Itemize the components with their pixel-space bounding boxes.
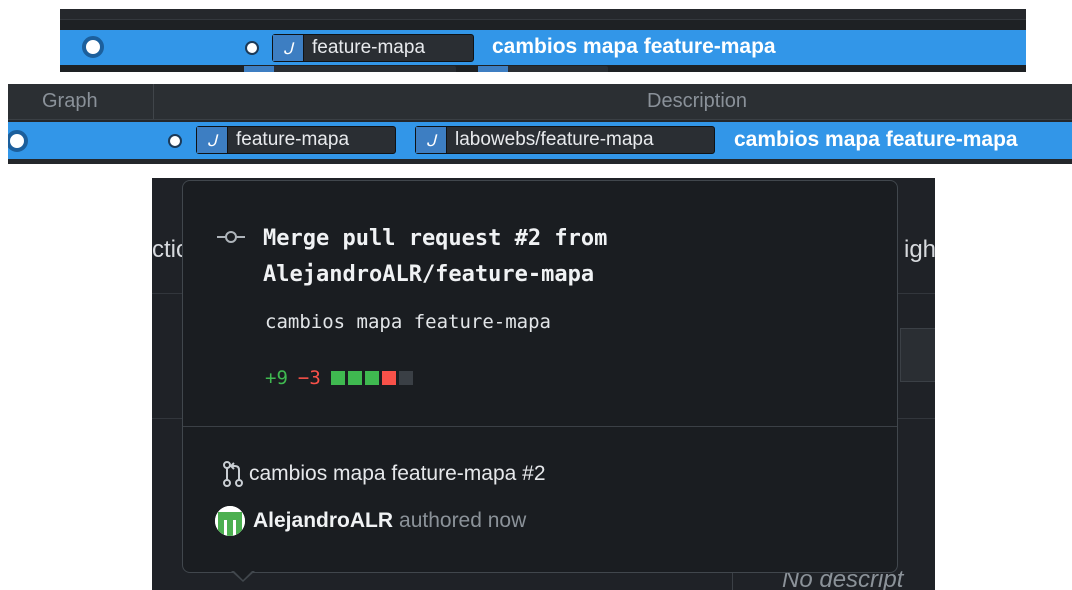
branch-tag[interactable]: ᒍ feature-mapa — [272, 34, 474, 62]
diff-block — [330, 371, 345, 385]
branch-tag[interactable]: ᒍ feature-mapa — [196, 126, 396, 154]
commit-message: cambios mapa feature-mapa — [734, 128, 1018, 151]
tooltip-caret-inner — [233, 570, 253, 580]
commit-row-selected[interactable]: ᒍ feature-mapa cambios mapa feature-mapa — [60, 30, 1026, 65]
avatar[interactable] — [215, 506, 245, 536]
author-name[interactable]: AlejandroALR — [253, 509, 393, 533]
commit-icon — [217, 231, 245, 243]
deletions-count: −3 — [297, 367, 321, 389]
diff-stats: +9 −3 — [265, 367, 416, 389]
diff-block — [381, 371, 396, 385]
column-divider[interactable] — [153, 84, 154, 119]
branch-icon: ᒍ — [197, 127, 228, 153]
pull-request-text: cambios mapa feature-mapa #2 — [249, 462, 546, 485]
commit-hover-card: Merge pull request #2 from AlejandroALR/… — [182, 180, 898, 582]
authored-time: authored now — [399, 509, 527, 532]
background-text-right: igh — [904, 236, 935, 263]
commit-body: cambios mapa feature-mapa — [265, 311, 551, 333]
commit-list-panel-1: ᒍ feature-mapa cambios mapa feature-mapa — [60, 9, 1026, 72]
diff-block — [347, 371, 362, 385]
author-line: AlejandroALR authored now — [215, 506, 526, 536]
ref-dot — [168, 134, 182, 148]
commit-title: Merge pull request #2 from AlejandroALR/… — [263, 226, 608, 287]
commit-tooltip-panel: ctio igh No descript Merge pull request … — [152, 178, 935, 590]
branch-tag-label: feature-mapa — [236, 129, 350, 150]
diff-block — [398, 371, 413, 385]
commit-row-selected[interactable]: ᒍ feature-mapa ᒍ labowebs/feature-mapa c… — [8, 122, 1072, 159]
commit-row-next[interactable] — [60, 65, 1026, 72]
card-divider — [183, 426, 897, 427]
description-column-header[interactable]: Description — [647, 90, 747, 113]
graph-column-header[interactable]: Graph — [42, 90, 98, 113]
branch-icon: ᒍ — [416, 127, 447, 153]
commit-list-panel-2: Graph Description ᒍ feature-mapa ᒍ labow… — [8, 84, 1072, 164]
branch-icon: ᒍ — [273, 35, 304, 61]
ref-dot — [245, 41, 259, 55]
additions-count: +9 — [265, 367, 288, 389]
background-divider — [732, 573, 733, 590]
diff-block — [364, 371, 379, 385]
diff-blocks — [330, 371, 416, 385]
pull-request-icon — [223, 461, 243, 487]
column-header: Graph Description — [8, 84, 1072, 120]
list-header-strip — [60, 9, 1026, 20]
graph-node — [82, 36, 104, 58]
remote-tag-label: labowebs/feature-mapa — [455, 129, 654, 150]
pull-request-link[interactable]: cambios mapa feature-mapa #2 — [221, 461, 546, 487]
commit-message: cambios mapa feature-mapa — [492, 35, 776, 58]
graph-node — [8, 130, 28, 152]
remote-branch-tag[interactable]: ᒍ labowebs/feature-mapa — [415, 126, 715, 154]
background-panel — [900, 328, 935, 382]
branch-tag-label: feature-mapa — [312, 37, 426, 58]
